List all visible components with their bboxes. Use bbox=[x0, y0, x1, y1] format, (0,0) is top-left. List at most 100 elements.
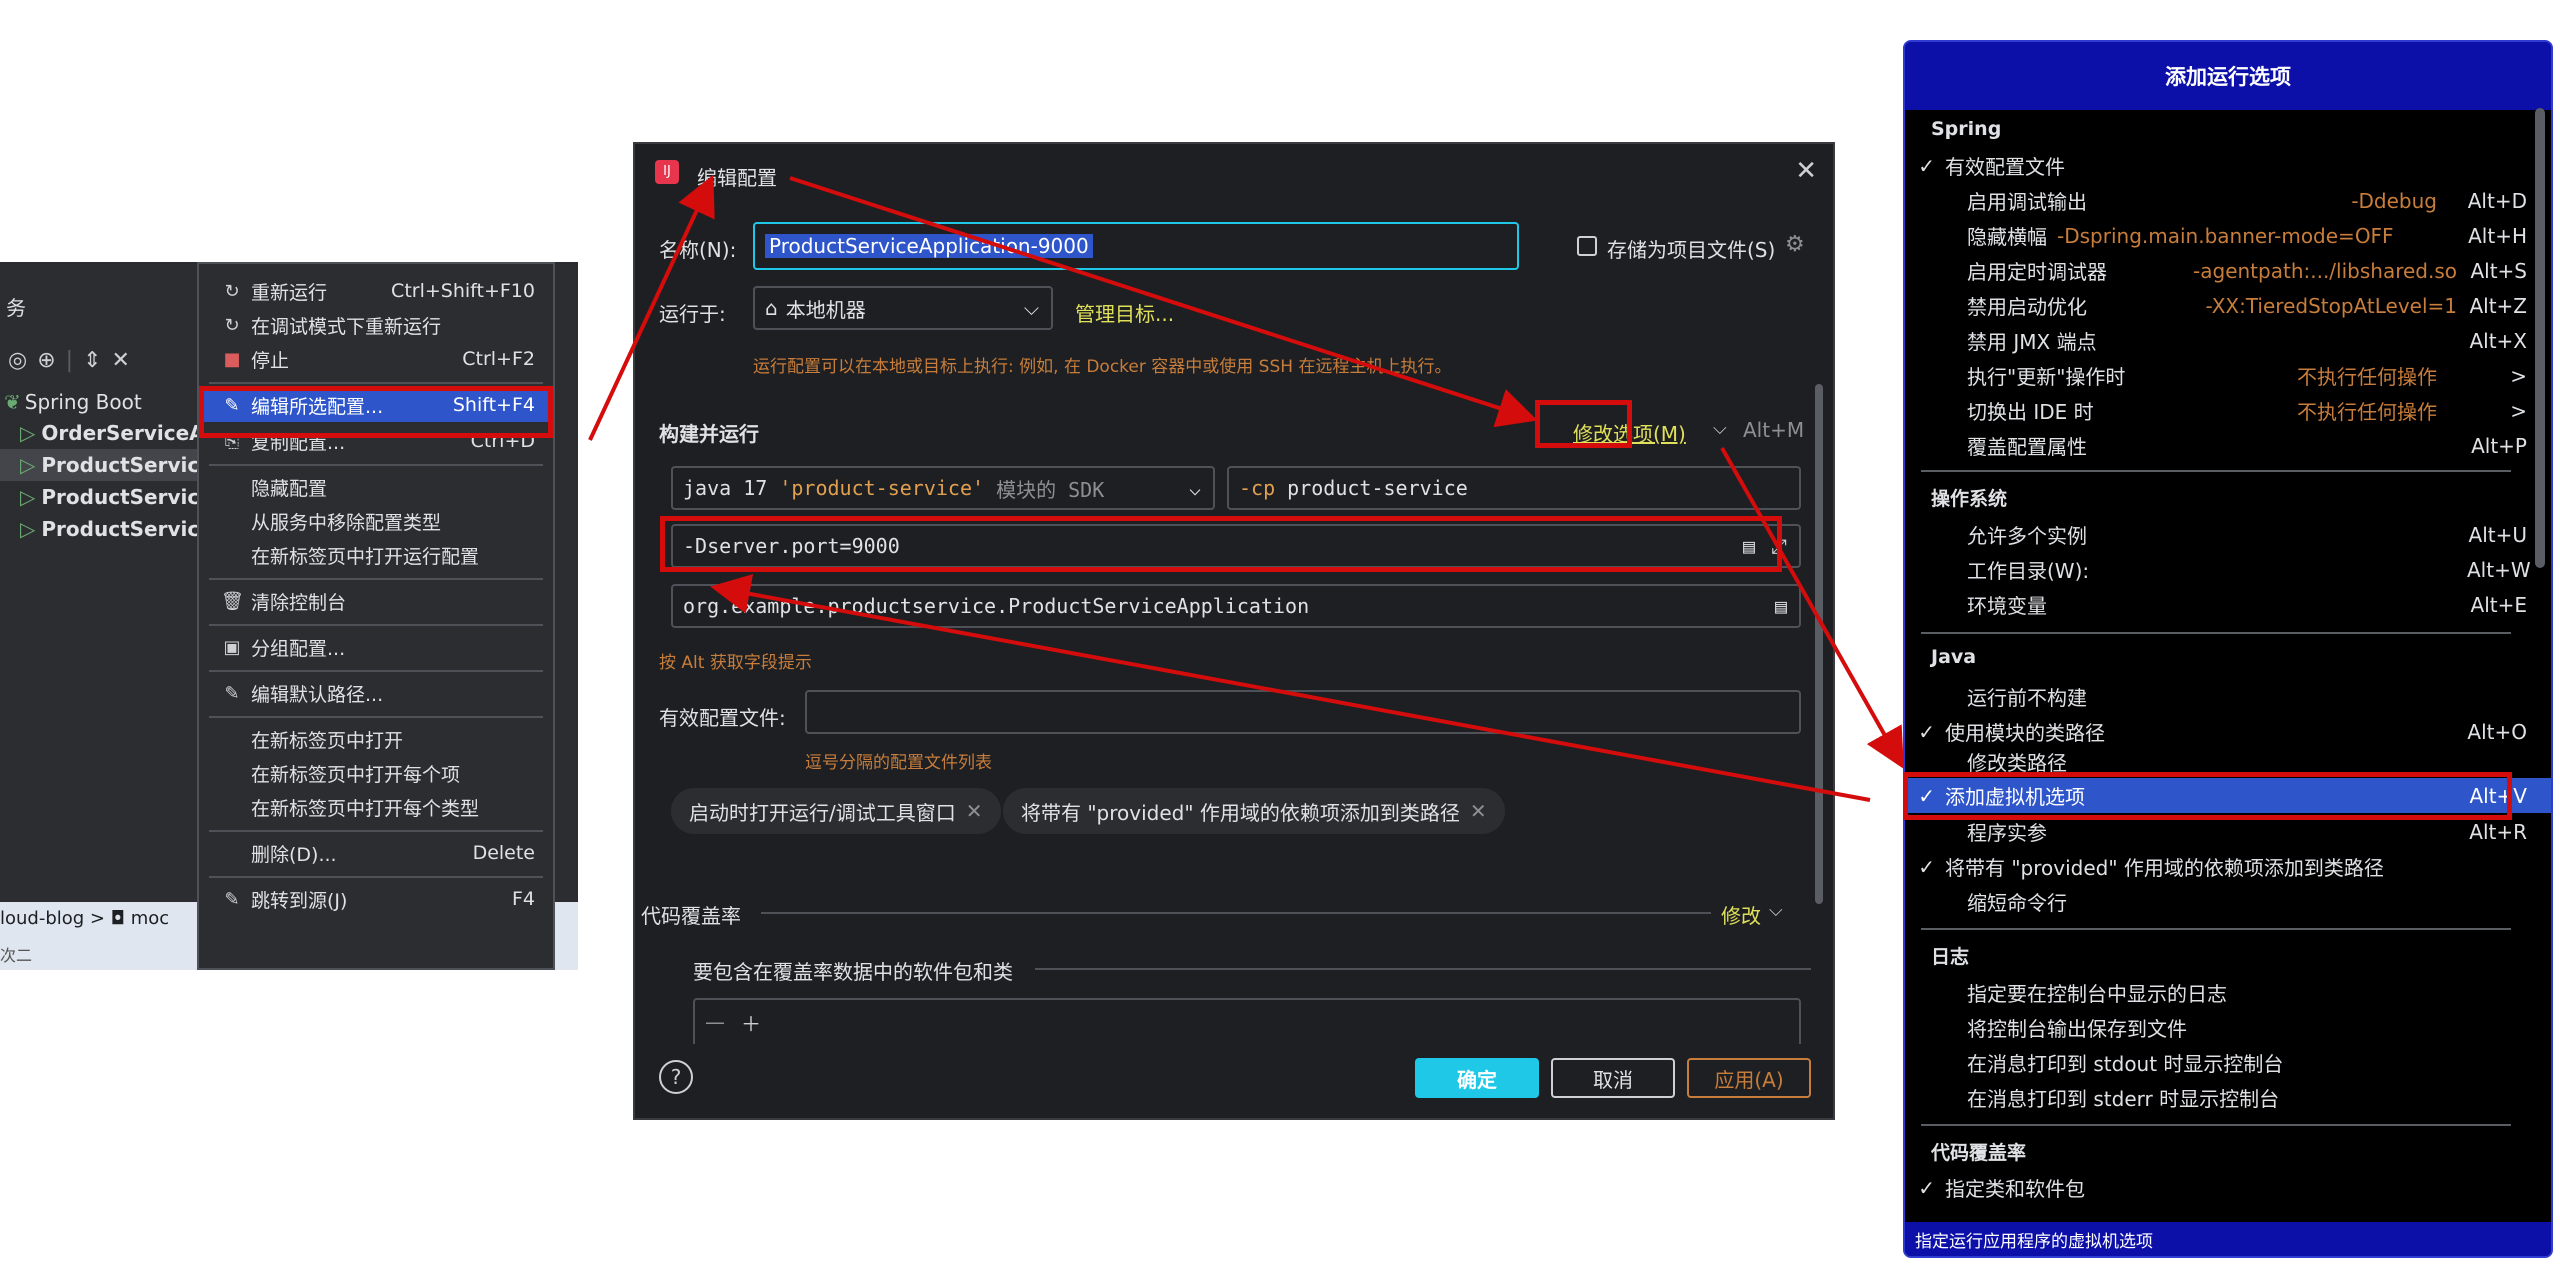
annotation-box-add-vm-options bbox=[1903, 772, 2512, 820]
option-shorten-cmdline[interactable]: 缩短命令行 bbox=[1905, 884, 2551, 919]
coverage-list[interactable]: — ＋ bbox=[693, 998, 1801, 1044]
menu-item-clear-console[interactable]: 🗑 清除控制台 bbox=[199, 584, 553, 618]
separator bbox=[1035, 968, 1811, 970]
menu-item-edit-default-path[interactable]: ✎ 编辑默认路径... bbox=[199, 676, 553, 710]
tree-item-spring-boot[interactable]: ❦ Spring Boot bbox=[0, 386, 142, 418]
profiles-input[interactable] bbox=[805, 690, 1801, 734]
add-tab-icon[interactable]: ⊕ bbox=[37, 348, 65, 373]
option-modify-classpath[interactable]: 修改类路径 bbox=[1905, 749, 2551, 774]
menu-item-open-new-tab[interactable]: 在新标签页中打开 bbox=[199, 722, 553, 756]
section-java: Java bbox=[1931, 646, 1977, 668]
option-log-files[interactable]: 指定要在控制台中显示的日志 bbox=[1905, 975, 2551, 1010]
annotation-box-edit-config bbox=[199, 386, 553, 438]
option-show-stderr[interactable]: 在消息打印到 stderr 时显示控制台 bbox=[1905, 1080, 2551, 1115]
main-class-input[interactable]: org.example.productservice.ProductServic… bbox=[671, 584, 1801, 628]
manage-targets-link[interactable]: 管理目标... bbox=[1075, 298, 1174, 327]
spring-leaf-icon: ❦ bbox=[4, 390, 21, 414]
menu-item-rerun-debug[interactable]: ↻ 在调试模式下重新运行 bbox=[199, 308, 553, 342]
separator bbox=[1921, 928, 2511, 930]
close-icon[interactable]: ✕ bbox=[966, 799, 983, 823]
section-coverage: 代码覆盖率 bbox=[1931, 1142, 2027, 1164]
option-on-update-action[interactable]: 执行"更新"操作时 不执行任何操作 > bbox=[1905, 358, 2551, 393]
rerun-debug-icon: ↻ bbox=[224, 314, 240, 336]
option-hide-banner[interactable]: 隐藏横幅 -Dspring.main.banner-mode=OFF Alt+H bbox=[1905, 218, 2551, 253]
option-show-stdout[interactable]: 在消息打印到 stdout 时显示控制台 bbox=[1905, 1045, 2551, 1080]
dialog-title: 编辑配置 bbox=[697, 166, 777, 190]
menu-separator bbox=[209, 382, 543, 384]
option-chip-provided-scope[interactable]: 将带有 "provided" 作用域的依赖项添加到类路径 ✕ bbox=[1003, 788, 1505, 834]
name-input[interactable]: ProductServiceApplication-9000 bbox=[753, 222, 1519, 270]
run-triangle-icon: ▷ bbox=[20, 421, 36, 445]
help-icon[interactable]: ? bbox=[659, 1060, 693, 1094]
option-chip-open-tool-window[interactable]: 启动时打开运行/调试工具窗口 ✕ bbox=[671, 788, 1001, 834]
option-disable-launch-opt[interactable]: 禁用启动优化 -XX:TieredStopAtLevel=1 Alt+Z bbox=[1905, 288, 2551, 323]
option-module-classpath[interactable]: ✓ 使用模块的类路径 Alt+O bbox=[1905, 714, 2551, 749]
breadcrumb[interactable]: loud-blog > ◘ moc bbox=[0, 908, 169, 929]
close-icon[interactable]: ✕ bbox=[1470, 799, 1487, 823]
option-save-console[interactable]: 将控制台输出保存到文件 bbox=[1905, 1010, 2551, 1045]
option-no-build[interactable]: 运行前不构建 bbox=[1905, 679, 2551, 714]
menu-item-hide-config[interactable]: 隐藏配置 bbox=[199, 470, 553, 504]
option-classes-packages[interactable]: ✓ 指定类和软件包 bbox=[1905, 1170, 2551, 1205]
menu-item-open-run-config-tab[interactable]: 在新标签页中打开运行配置 bbox=[199, 538, 553, 572]
menu-item-open-each-type[interactable]: 在新标签页中打开每个类型 bbox=[199, 790, 553, 824]
list-icon[interactable]: ▤ bbox=[1775, 594, 1787, 618]
option-on-frame-deactivation[interactable]: 切换出 IDE 时不执行任何操作 > bbox=[1905, 393, 2551, 428]
run-triangle-icon: ▷ bbox=[20, 517, 36, 541]
expand-collapse-icon[interactable]: ⇕ bbox=[83, 348, 111, 373]
option-debug-output[interactable]: 启用调试输出 -Ddebug Alt+D bbox=[1905, 183, 2551, 218]
menu-item-open-each-item[interactable]: 在新标签页中打开每个项 bbox=[199, 756, 553, 790]
separator bbox=[1921, 632, 2511, 634]
apply-button[interactable]: 应用(A) bbox=[1687, 1058, 1811, 1098]
check-icon: ✓ bbox=[1918, 153, 1935, 178]
menu-item-remove-type[interactable]: 从服务中移除配置类型 bbox=[199, 504, 553, 538]
jdk-select[interactable]: java 17 'product-service' 模块的 SDK ⌵ bbox=[671, 466, 1215, 510]
classpath-select[interactable]: -cp product-service bbox=[1227, 466, 1801, 510]
close-icon[interactable]: ✕ bbox=[1795, 156, 1817, 186]
run-on-select[interactable]: ⌂ 本地机器 ⌵ bbox=[753, 286, 1053, 330]
chevron-down-icon: ⌵ bbox=[1188, 476, 1201, 500]
popup-footer-hint: 指定运行应用程序的虚拟机选项 bbox=[1905, 1222, 2551, 1256]
plus-icon[interactable]: ＋ bbox=[741, 1008, 761, 1037]
minus-icon[interactable]: — bbox=[705, 1010, 725, 1034]
option-allow-multiple[interactable]: 允许多个实例 Alt+U bbox=[1905, 517, 2551, 552]
ok-button[interactable]: 确定 bbox=[1415, 1058, 1539, 1098]
status-text: 次二 bbox=[0, 946, 33, 965]
alt-hint: 按 Alt 获取字段提示 bbox=[659, 653, 812, 673]
store-as-file-label: 存储为项目文件(S) bbox=[1607, 238, 1776, 262]
cancel-button[interactable]: 取消 bbox=[1551, 1058, 1675, 1098]
option-active-profiles[interactable]: ✓ 有效配置文件 bbox=[1905, 148, 2551, 183]
group-icon: ▣ bbox=[223, 636, 241, 658]
option-working-dir[interactable]: 工作目录(W): Alt+W bbox=[1905, 552, 2551, 587]
rerun-icon: ↻ bbox=[224, 280, 240, 302]
menu-separator bbox=[209, 876, 543, 878]
gear-icon[interactable]: ⚙ bbox=[1785, 232, 1805, 257]
check-icon: ✓ bbox=[1918, 854, 1935, 879]
add-run-options-popup: 添加运行选项 Spring ✓ 有效配置文件 启用调试输出 -Ddebug Alt+D… bbox=[1903, 40, 2553, 1258]
eye-icon[interactable]: ◎ bbox=[8, 348, 37, 373]
option-timed-debugger[interactable]: 启用定时调试器 -agentpath:.../libshared.so Alt+S bbox=[1905, 253, 2551, 288]
option-disable-jmx[interactable]: 禁用 JMX 端点 Alt+X bbox=[1905, 323, 2551, 358]
store-as-file-checkbox[interactable] bbox=[1577, 236, 1597, 256]
modify-options-shortcut: Alt+M bbox=[1743, 418, 1805, 442]
tree-item-product-service-3[interactable]: ▷ ProductService bbox=[0, 513, 213, 545]
tree-item-product-service-2[interactable]: ▷ ProductService bbox=[0, 481, 213, 513]
menu-item-jump-to-source[interactable]: ✎ 跳转到源(J) F4 bbox=[199, 882, 553, 916]
option-override-properties[interactable]: 覆盖配置属性 Alt+P bbox=[1905, 428, 2551, 463]
menu-item-rerun[interactable]: ↻ 重新运行 Ctrl+Shift+F10 bbox=[199, 274, 553, 308]
coverage-modify-link[interactable]: 修改 bbox=[1721, 900, 1761, 929]
option-env-vars[interactable]: 环境变量 Alt+E bbox=[1905, 587, 2551, 622]
menu-separator bbox=[209, 716, 543, 718]
menu-item-delete[interactable]: 删除(D)... Delete bbox=[199, 836, 553, 870]
run-on-label: 运行于: bbox=[659, 302, 726, 326]
menu-separator bbox=[209, 578, 543, 580]
close-icon[interactable]: ✕ bbox=[112, 348, 140, 373]
stop-icon: ■ bbox=[223, 348, 241, 370]
option-provided-scope[interactable]: ✓ 将带有 "provided" 作用域的依赖项添加到类路径 bbox=[1905, 849, 2551, 884]
menu-separator bbox=[209, 464, 543, 466]
tree-item-order-service[interactable]: ▷ OrderServiceAp bbox=[0, 417, 219, 449]
menu-item-group-config[interactable]: ▣ 分组配置... bbox=[199, 630, 553, 664]
section-build-and-run: 构建并运行 bbox=[659, 422, 759, 446]
menu-item-stop[interactable]: ■ 停止 Ctrl+F2 bbox=[199, 342, 553, 376]
scrollbar[interactable] bbox=[1815, 384, 1823, 904]
